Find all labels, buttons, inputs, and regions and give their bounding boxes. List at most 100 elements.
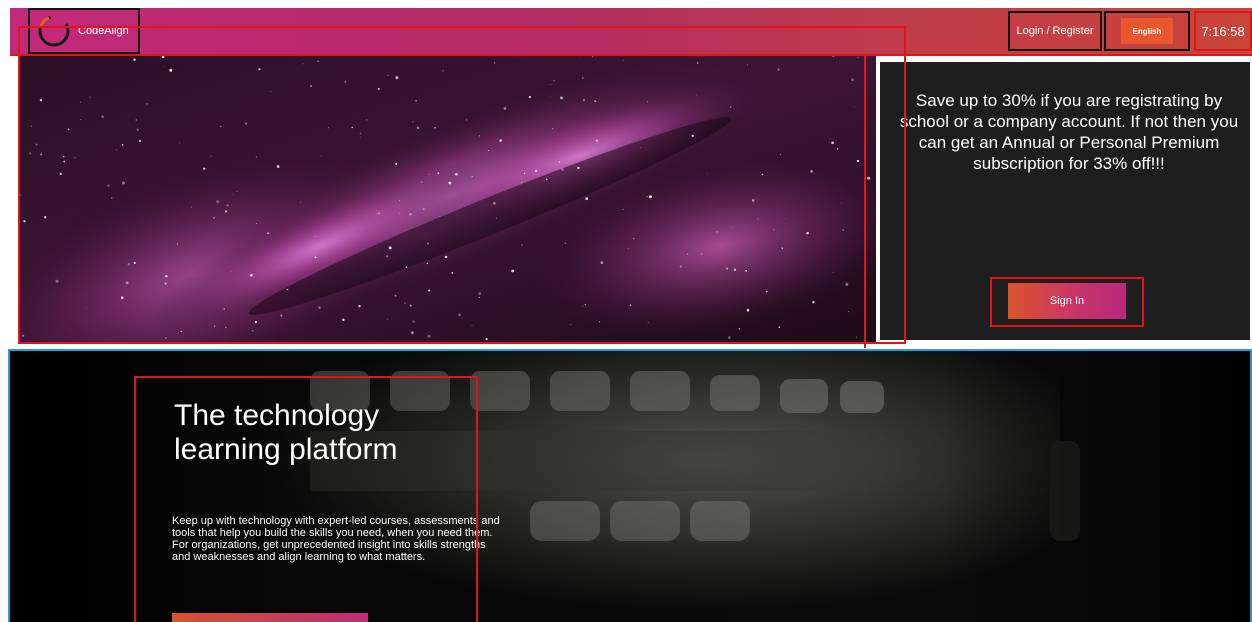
star-dot: [80, 118, 82, 120]
star-dot: [387, 318, 389, 320]
star-dot: [405, 266, 408, 269]
promo-message: Save up to 30% if you are registrating b…: [899, 91, 1239, 173]
star-dot: [280, 314, 283, 317]
star-dot: [598, 321, 600, 323]
star-dot: [404, 302, 406, 304]
star-dot: [220, 125, 222, 128]
star-dot: [394, 294, 397, 297]
star-dot: [309, 84, 313, 88]
star-dot: [853, 106, 855, 108]
star-dot: [528, 95, 532, 99]
headline-line-2: learning platform: [174, 433, 398, 466]
page: CodeAlign Login / Register English 7:16:…: [0, 0, 1252, 622]
star-dot: [427, 242, 429, 245]
star-dot: [442, 70, 444, 72]
star-dot: [39, 99, 43, 102]
star-dot: [840, 202, 842, 204]
star-dot: [451, 271, 454, 274]
get-started-button[interactable]: [172, 613, 368, 622]
star-dot: [164, 66, 165, 68]
star-dot: [785, 218, 786, 220]
star-dot: [729, 106, 732, 108]
star-dot: [359, 132, 362, 135]
star-dot: [465, 119, 467, 121]
star-dot: [493, 202, 496, 205]
star-dot: [146, 103, 148, 105]
language-selector[interactable]: English: [1104, 11, 1190, 51]
star-dot: [696, 62, 699, 64]
star-dot: [622, 59, 624, 61]
star-dot: [244, 122, 248, 125]
star-dot: [351, 126, 353, 129]
star-dot: [422, 208, 425, 211]
star-dot: [582, 305, 584, 307]
star-dot: [190, 206, 192, 208]
star-dot: [255, 156, 258, 158]
star-dot: [256, 222, 258, 224]
star-dot: [165, 274, 168, 278]
star-dot: [778, 326, 780, 328]
star-dot: [455, 173, 458, 176]
star-dot: [746, 308, 750, 312]
star-dot: [845, 282, 849, 286]
star-dot: [395, 162, 398, 165]
star-dot: [494, 62, 496, 64]
star-dot: [230, 271, 232, 273]
star-dot: [478, 292, 482, 295]
star-dot: [31, 125, 32, 127]
platform-intro-section: The technology learning platform Keep up…: [8, 349, 1252, 622]
star-dot: [832, 271, 834, 273]
star-dot: [271, 341, 273, 342]
star-dot: [437, 172, 440, 175]
star-dot: [584, 304, 586, 306]
star-dot: [127, 262, 131, 266]
star-dot: [751, 199, 755, 202]
login-register-button[interactable]: Login / Register: [1008, 11, 1102, 51]
star-dot: [646, 101, 648, 103]
star-dot: [746, 64, 748, 66]
star-dot: [395, 76, 399, 80]
star-dot: [55, 279, 59, 283]
star-dot: [773, 229, 775, 231]
star-dot: [300, 201, 301, 203]
star-dot: [728, 336, 731, 339]
star-dot: [812, 300, 815, 304]
star-dot: [564, 242, 566, 244]
star-dot: [551, 127, 554, 130]
star-dot: [74, 157, 76, 159]
star-dot: [89, 96, 91, 98]
sign-in-button[interactable]: Sign In: [1008, 283, 1126, 319]
clock-display: 7:16:58: [1194, 11, 1252, 51]
star-dot: [44, 216, 47, 219]
star-dot: [831, 141, 834, 145]
star-dot: [499, 139, 502, 142]
star-dot: [358, 304, 361, 308]
star-dot: [511, 269, 514, 273]
star-dot: [806, 231, 809, 235]
star-dot: [385, 255, 389, 258]
star-dot: [107, 184, 110, 187]
star-dot: [180, 330, 182, 333]
page-headline: The technology learning platform: [174, 399, 397, 467]
star-dot: [415, 99, 417, 102]
star-dot: [169, 68, 173, 72]
star-dot: [226, 204, 229, 207]
star-dot: [471, 176, 473, 178]
star-dot: [164, 282, 167, 285]
star-dot: [706, 173, 708, 175]
star-dot: [633, 238, 635, 240]
star-dot: [534, 169, 538, 173]
star-dot: [716, 230, 719, 233]
star-dot: [700, 253, 702, 255]
star-dot: [412, 121, 414, 123]
star-dot: [203, 167, 206, 170]
star-dot: [570, 324, 572, 326]
star-dot: [409, 212, 412, 216]
star-dot: [857, 57, 859, 58]
star-dot: [648, 195, 652, 199]
star-dot: [409, 304, 412, 307]
star-dot: [121, 181, 125, 185]
brand-logo[interactable]: CodeAlign: [28, 8, 140, 54]
star-dot: [855, 336, 858, 338]
star-dot: [179, 142, 180, 144]
